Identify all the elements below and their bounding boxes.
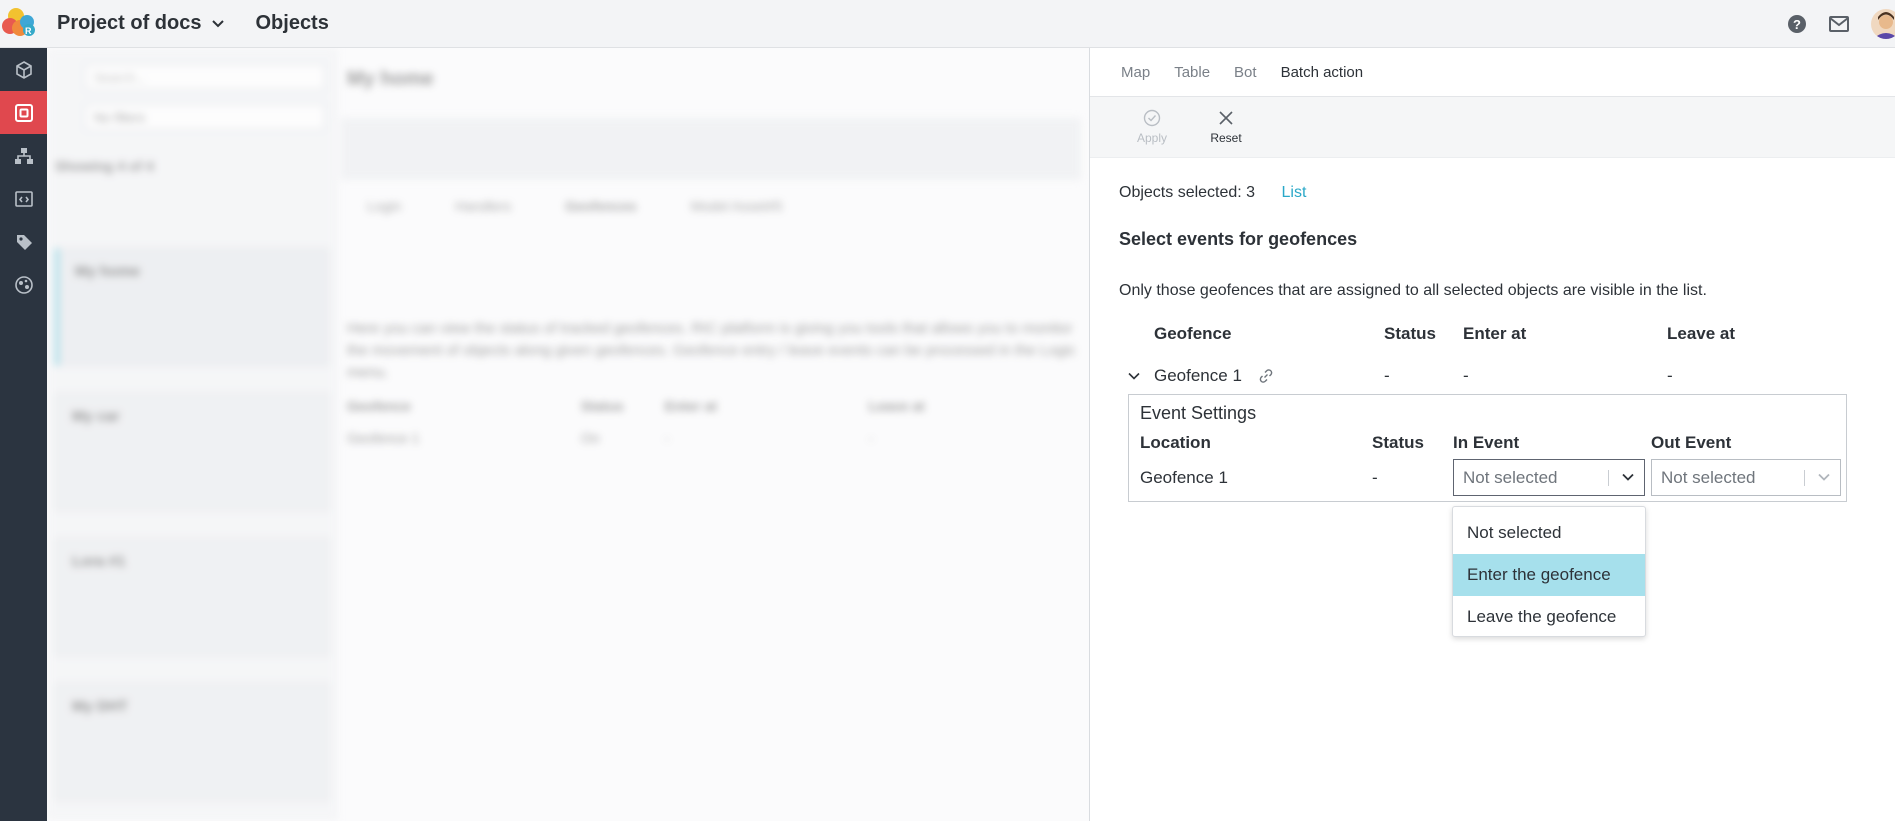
rail-item-hierarchy[interactable] bbox=[0, 134, 47, 177]
panel-tabs: Map Table Bot Batch action bbox=[1090, 48, 1895, 97]
rail-item-code[interactable] bbox=[0, 177, 47, 220]
object-title: My home bbox=[347, 68, 434, 90]
header-geofence: Geofence bbox=[1154, 324, 1232, 343]
search-input: Search... bbox=[85, 64, 325, 90]
tag-icon bbox=[16, 234, 32, 250]
option-leave-geofence[interactable]: Leave the geofence bbox=[1453, 596, 1645, 638]
geofence-table-bg: Geofence Status Enter at Leave at Geofen… bbox=[347, 398, 925, 446]
event-settings-title: Event Settings bbox=[1140, 403, 1257, 423]
info-text: Only those geofences that are assigned t… bbox=[1119, 282, 1707, 299]
geofence-status: - bbox=[1384, 366, 1390, 385]
list-link[interactable]: List bbox=[1282, 184, 1307, 201]
in-event-dropdown: Not selected Enter the geofence Leave th… bbox=[1452, 506, 1646, 637]
objects-selected-row: Objects selected: 3 List bbox=[1119, 184, 1895, 202]
object-card: My home bbox=[55, 248, 329, 366]
tab-map[interactable]: Map bbox=[1121, 64, 1150, 81]
header-in-event: In Event bbox=[1453, 433, 1520, 452]
avatar[interactable] bbox=[1871, 9, 1895, 39]
help-icon[interactable]: ? bbox=[1787, 14, 1807, 34]
geofence-table-header: Geofence Status Enter at Leave at bbox=[1119, 324, 1895, 344]
tab-batch-action[interactable]: Batch action bbox=[1281, 64, 1364, 81]
collapse-toggle[interactable] bbox=[1127, 368, 1141, 388]
geofence-enter-at: - bbox=[1463, 366, 1469, 385]
geofence-name: Geofence 1 bbox=[1154, 366, 1242, 385]
event-status-value: - bbox=[1372, 468, 1378, 487]
tab-table[interactable]: Table bbox=[1174, 64, 1210, 81]
in-event-value: Not selected bbox=[1463, 467, 1558, 487]
chevron-down-icon bbox=[1622, 473, 1634, 481]
svg-text:R: R bbox=[25, 26, 32, 36]
code-icon bbox=[14, 190, 33, 207]
rail-item-devices[interactable] bbox=[0, 48, 47, 91]
background-content: Search... No filters Showing 4 of 4 My h… bbox=[47, 48, 1089, 821]
event-settings: Event Settings Location Status In Event … bbox=[1128, 394, 1847, 502]
reset-button[interactable]: Reset bbox=[1200, 97, 1252, 157]
in-event-select[interactable]: Not selected bbox=[1453, 459, 1645, 496]
action-toolbar: Apply Reset bbox=[1090, 97, 1895, 158]
header-enter-at: Enter at bbox=[1463, 324, 1527, 343]
object-card: My car bbox=[55, 393, 329, 511]
showing-count: Showing 4 of 4 bbox=[55, 158, 154, 174]
reset-label: Reset bbox=[1210, 131, 1242, 145]
cube-icon bbox=[15, 60, 32, 79]
geofence-leave-at: - bbox=[1667, 366, 1673, 385]
chevron-down-icon bbox=[1128, 372, 1140, 380]
rail-item-tags[interactable] bbox=[0, 220, 47, 263]
tab-bot[interactable]: Bot bbox=[1234, 64, 1257, 81]
option-not-selected[interactable]: Not selected bbox=[1453, 512, 1645, 554]
object-card: Lora #1 bbox=[55, 538, 329, 656]
header-location: Location bbox=[1140, 433, 1211, 452]
out-event-select[interactable]: Not selected bbox=[1651, 459, 1841, 496]
project-name: Project of docs bbox=[57, 12, 202, 34]
geofence-description: Here you can view the status of tracked … bbox=[347, 320, 1076, 381]
left-rail bbox=[0, 48, 47, 821]
header-event-status: Status bbox=[1372, 433, 1424, 452]
section-heading: Select events for geofences bbox=[1119, 229, 1358, 249]
header-out-event: Out Event bbox=[1651, 433, 1732, 452]
object-detail: My home Login Handlers Geofences Model A… bbox=[337, 48, 1089, 821]
rail-item-objects[interactable] bbox=[0, 91, 47, 134]
project-selector[interactable]: Project of docs bbox=[57, 12, 225, 35]
hierarchy-icon bbox=[14, 147, 33, 164]
header-leave-at: Leave at bbox=[1667, 324, 1736, 343]
option-enter-geofence[interactable]: Enter the geofence bbox=[1453, 554, 1645, 596]
close-icon bbox=[1219, 111, 1233, 125]
check-circle-icon bbox=[1143, 109, 1161, 127]
chevron-down-icon bbox=[212, 19, 225, 27]
objects-icon bbox=[14, 103, 33, 122]
rail-item-globe[interactable] bbox=[0, 263, 47, 306]
location-value: Geofence 1 bbox=[1140, 468, 1228, 487]
object-subtabs: Login Handlers Geofences Model Asset#5 bbox=[367, 198, 783, 214]
globe-icon bbox=[14, 275, 33, 294]
object-card: My DHT bbox=[55, 683, 329, 801]
logo-icon[interactable]: R bbox=[0, 0, 48, 48]
geofence-row: Geofence 1 - - - bbox=[1119, 366, 1895, 388]
mail-icon[interactable] bbox=[1829, 16, 1849, 32]
chevron-down-icon bbox=[1818, 473, 1830, 481]
apply-label: Apply bbox=[1136, 131, 1168, 145]
objects-selected-count: Objects selected: 3 bbox=[1119, 184, 1256, 201]
section-title: Objects bbox=[255, 12, 329, 34]
header-status: Status bbox=[1384, 324, 1436, 343]
top-bar: R Project of docs Objects ? bbox=[0, 0, 1895, 48]
svg-text:?: ? bbox=[1793, 17, 1801, 32]
apply-button[interactable]: Apply bbox=[1126, 97, 1178, 157]
object-list-panel: Search... No filters Showing 4 of 4 My h… bbox=[47, 48, 337, 821]
out-event-value: Not selected bbox=[1661, 467, 1756, 487]
filter-select: No filters bbox=[85, 104, 325, 130]
object-tabs bbox=[341, 118, 1081, 180]
link-icon[interactable] bbox=[1258, 368, 1274, 389]
